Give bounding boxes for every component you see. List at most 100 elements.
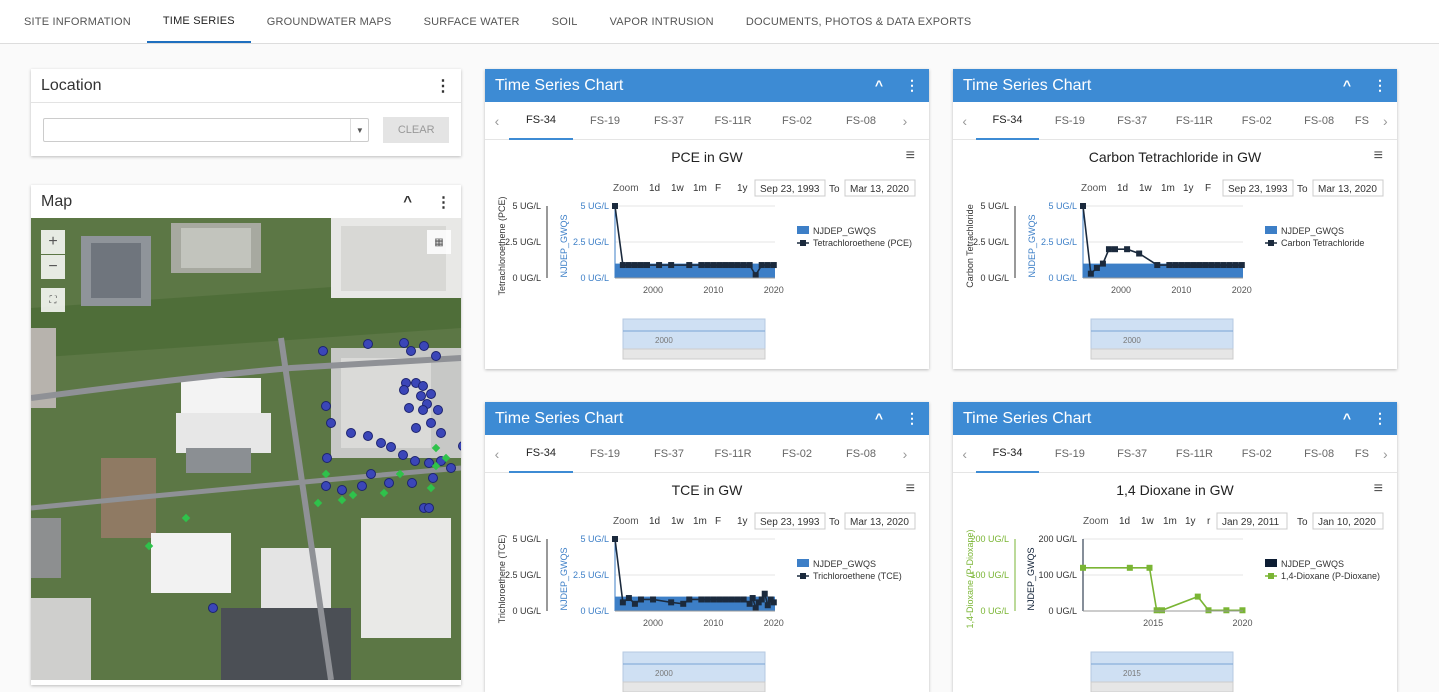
chevron-down-icon[interactable]: ▼ [350, 119, 368, 141]
location-select[interactable]: ▼ [43, 118, 369, 142]
nav-tab[interactable]: TIME SERIES [147, 0, 251, 43]
monitoring-well-marker[interactable] [427, 419, 436, 428]
well-tab[interactable]: FS-19 [1039, 102, 1101, 140]
monitoring-well-marker[interactable] [358, 482, 367, 491]
map-canvas[interactable]: + − ⛶ ▦ [31, 218, 461, 680]
well-tab[interactable]: FS-02 [765, 435, 829, 473]
nav-tab[interactable]: VAPOR INTRUSION [594, 0, 730, 43]
monitoring-well-marker[interactable] [417, 392, 426, 401]
monitoring-well-marker[interactable] [322, 402, 331, 411]
monitoring-well-marker[interactable] [377, 439, 386, 448]
chevron-left-icon[interactable]: ‹ [953, 113, 976, 129]
monitoring-well-marker[interactable] [385, 479, 394, 488]
qr-grid-icon[interactable]: ▦ [427, 230, 451, 254]
chevron-left-icon[interactable]: ‹ [485, 113, 509, 129]
nav-tab[interactable]: GROUNDWATER MAPS [251, 0, 408, 43]
monitoring-well-marker[interactable] [419, 406, 428, 415]
monitoring-well-marker[interactable] [209, 604, 218, 613]
nav-tab[interactable]: SOIL [536, 0, 594, 43]
well-tab[interactable]: FS-19 [573, 435, 637, 473]
menu-icon[interactable]: ≡ [1374, 147, 1383, 165]
monitoring-well-marker[interactable] [319, 347, 328, 356]
well-tab[interactable]: FS [1350, 102, 1373, 140]
well-tab[interactable]: FS-08 [1288, 102, 1350, 140]
zoom-button[interactable]: F [715, 183, 721, 194]
monitoring-well-marker[interactable] [432, 352, 441, 361]
more-icon[interactable]: ⋮ [1373, 410, 1387, 427]
chevron-right-icon[interactable]: › [1374, 113, 1397, 129]
well-tab[interactable]: FS-02 [1226, 102, 1288, 140]
more-icon[interactable]: ⋮ [1373, 77, 1387, 94]
zoom-button[interactable]: F [1205, 183, 1211, 194]
menu-icon[interactable]: ≡ [906, 147, 915, 165]
well-tab[interactable]: FS-37 [637, 102, 701, 140]
well-tab[interactable]: FS-11R [701, 102, 765, 140]
monitoring-well-marker[interactable] [447, 464, 456, 473]
monitoring-well-marker[interactable] [322, 482, 331, 491]
zoom-button[interactable]: 1m [1163, 516, 1177, 527]
well-tab[interactable]: FS-08 [829, 102, 893, 140]
well-tab[interactable]: FS-19 [1039, 435, 1101, 473]
well-tab[interactable]: FS-11R [1163, 435, 1225, 473]
monitoring-well-marker[interactable] [367, 470, 376, 479]
well-tab[interactable]: FS-11R [1163, 102, 1225, 140]
monitoring-well-marker[interactable] [434, 406, 443, 415]
monitoring-well-marker[interactable] [347, 429, 356, 438]
fullscreen-icon[interactable]: ⛶ [41, 288, 65, 312]
chevron-right-icon[interactable]: › [1374, 446, 1397, 462]
chevron-left-icon[interactable]: ‹ [953, 446, 976, 462]
monitoring-well-marker[interactable] [419, 382, 428, 391]
nav-tab[interactable]: SURFACE WATER [408, 0, 536, 43]
zoom-button[interactable]: 1w [1139, 183, 1153, 194]
zoom-button[interactable]: 1m [1161, 183, 1175, 194]
monitoring-well-marker[interactable] [399, 451, 408, 460]
zoom-button[interactable]: 1d [1117, 183, 1128, 194]
monitoring-well-marker[interactable] [408, 479, 417, 488]
monitoring-well-marker[interactable] [437, 429, 446, 438]
zoom-button[interactable]: r [1207, 516, 1211, 527]
monitoring-well-marker[interactable] [420, 342, 429, 351]
chevron-right-icon[interactable]: › [893, 113, 917, 129]
well-tab[interactable]: FS-34 [509, 102, 573, 140]
chevron-right-icon[interactable]: › [893, 446, 917, 462]
zoom-button[interactable]: 1y [1183, 183, 1194, 194]
nav-tab[interactable]: DOCUMENTS, PHOTOS & DATA EXPORTS [730, 0, 988, 43]
zoom-button[interactable]: 1w [671, 183, 685, 194]
well-tab[interactable]: FS-37 [1101, 435, 1163, 473]
monitoring-well-marker[interactable] [338, 486, 347, 495]
monitoring-well-marker[interactable] [411, 457, 420, 466]
monitoring-well-marker[interactable] [364, 432, 373, 441]
monitoring-well-marker[interactable] [387, 443, 396, 452]
monitoring-well-marker[interactable] [427, 390, 436, 399]
monitoring-well-marker[interactable] [400, 386, 409, 395]
well-tab[interactable]: FS-34 [509, 435, 573, 473]
clear-button[interactable]: CLEAR [383, 117, 449, 143]
zoom-button[interactable]: 1y [737, 183, 748, 194]
collapse-icon[interactable]: ^ [1343, 410, 1351, 427]
monitoring-well-marker[interactable] [400, 339, 409, 348]
zoom-button[interactable]: 1m [693, 183, 707, 194]
well-tab[interactable]: FS-08 [1288, 435, 1350, 473]
monitoring-well-marker[interactable] [364, 340, 373, 349]
well-tab[interactable]: FS-19 [573, 102, 637, 140]
zoom-button[interactable]: 1d [649, 183, 660, 194]
zoom-button[interactable]: 1w [671, 516, 685, 527]
well-tab[interactable]: FS [1350, 435, 1373, 473]
zoom-button[interactable]: 1d [649, 516, 660, 527]
well-tab[interactable]: FS-02 [1226, 435, 1288, 473]
well-tab[interactable]: FS-08 [829, 435, 893, 473]
well-tab[interactable]: FS-34 [976, 435, 1038, 473]
monitoring-well-marker[interactable] [429, 474, 438, 483]
collapse-icon[interactable]: ^ [875, 410, 883, 427]
menu-icon[interactable]: ≡ [1374, 480, 1383, 498]
zoom-button[interactable]: F [715, 516, 721, 527]
more-icon[interactable]: ⋮ [905, 410, 919, 427]
more-icon[interactable]: ⋮ [436, 193, 451, 211]
well-tab[interactable]: FS-02 [765, 102, 829, 140]
well-tab[interactable]: FS-37 [1101, 102, 1163, 140]
monitoring-well-marker[interactable] [323, 454, 332, 463]
monitoring-well-marker[interactable] [412, 424, 421, 433]
monitoring-well-marker[interactable] [327, 419, 336, 428]
zoom-button[interactable]: 1w [1141, 516, 1155, 527]
more-icon[interactable]: ⋮ [905, 77, 919, 94]
